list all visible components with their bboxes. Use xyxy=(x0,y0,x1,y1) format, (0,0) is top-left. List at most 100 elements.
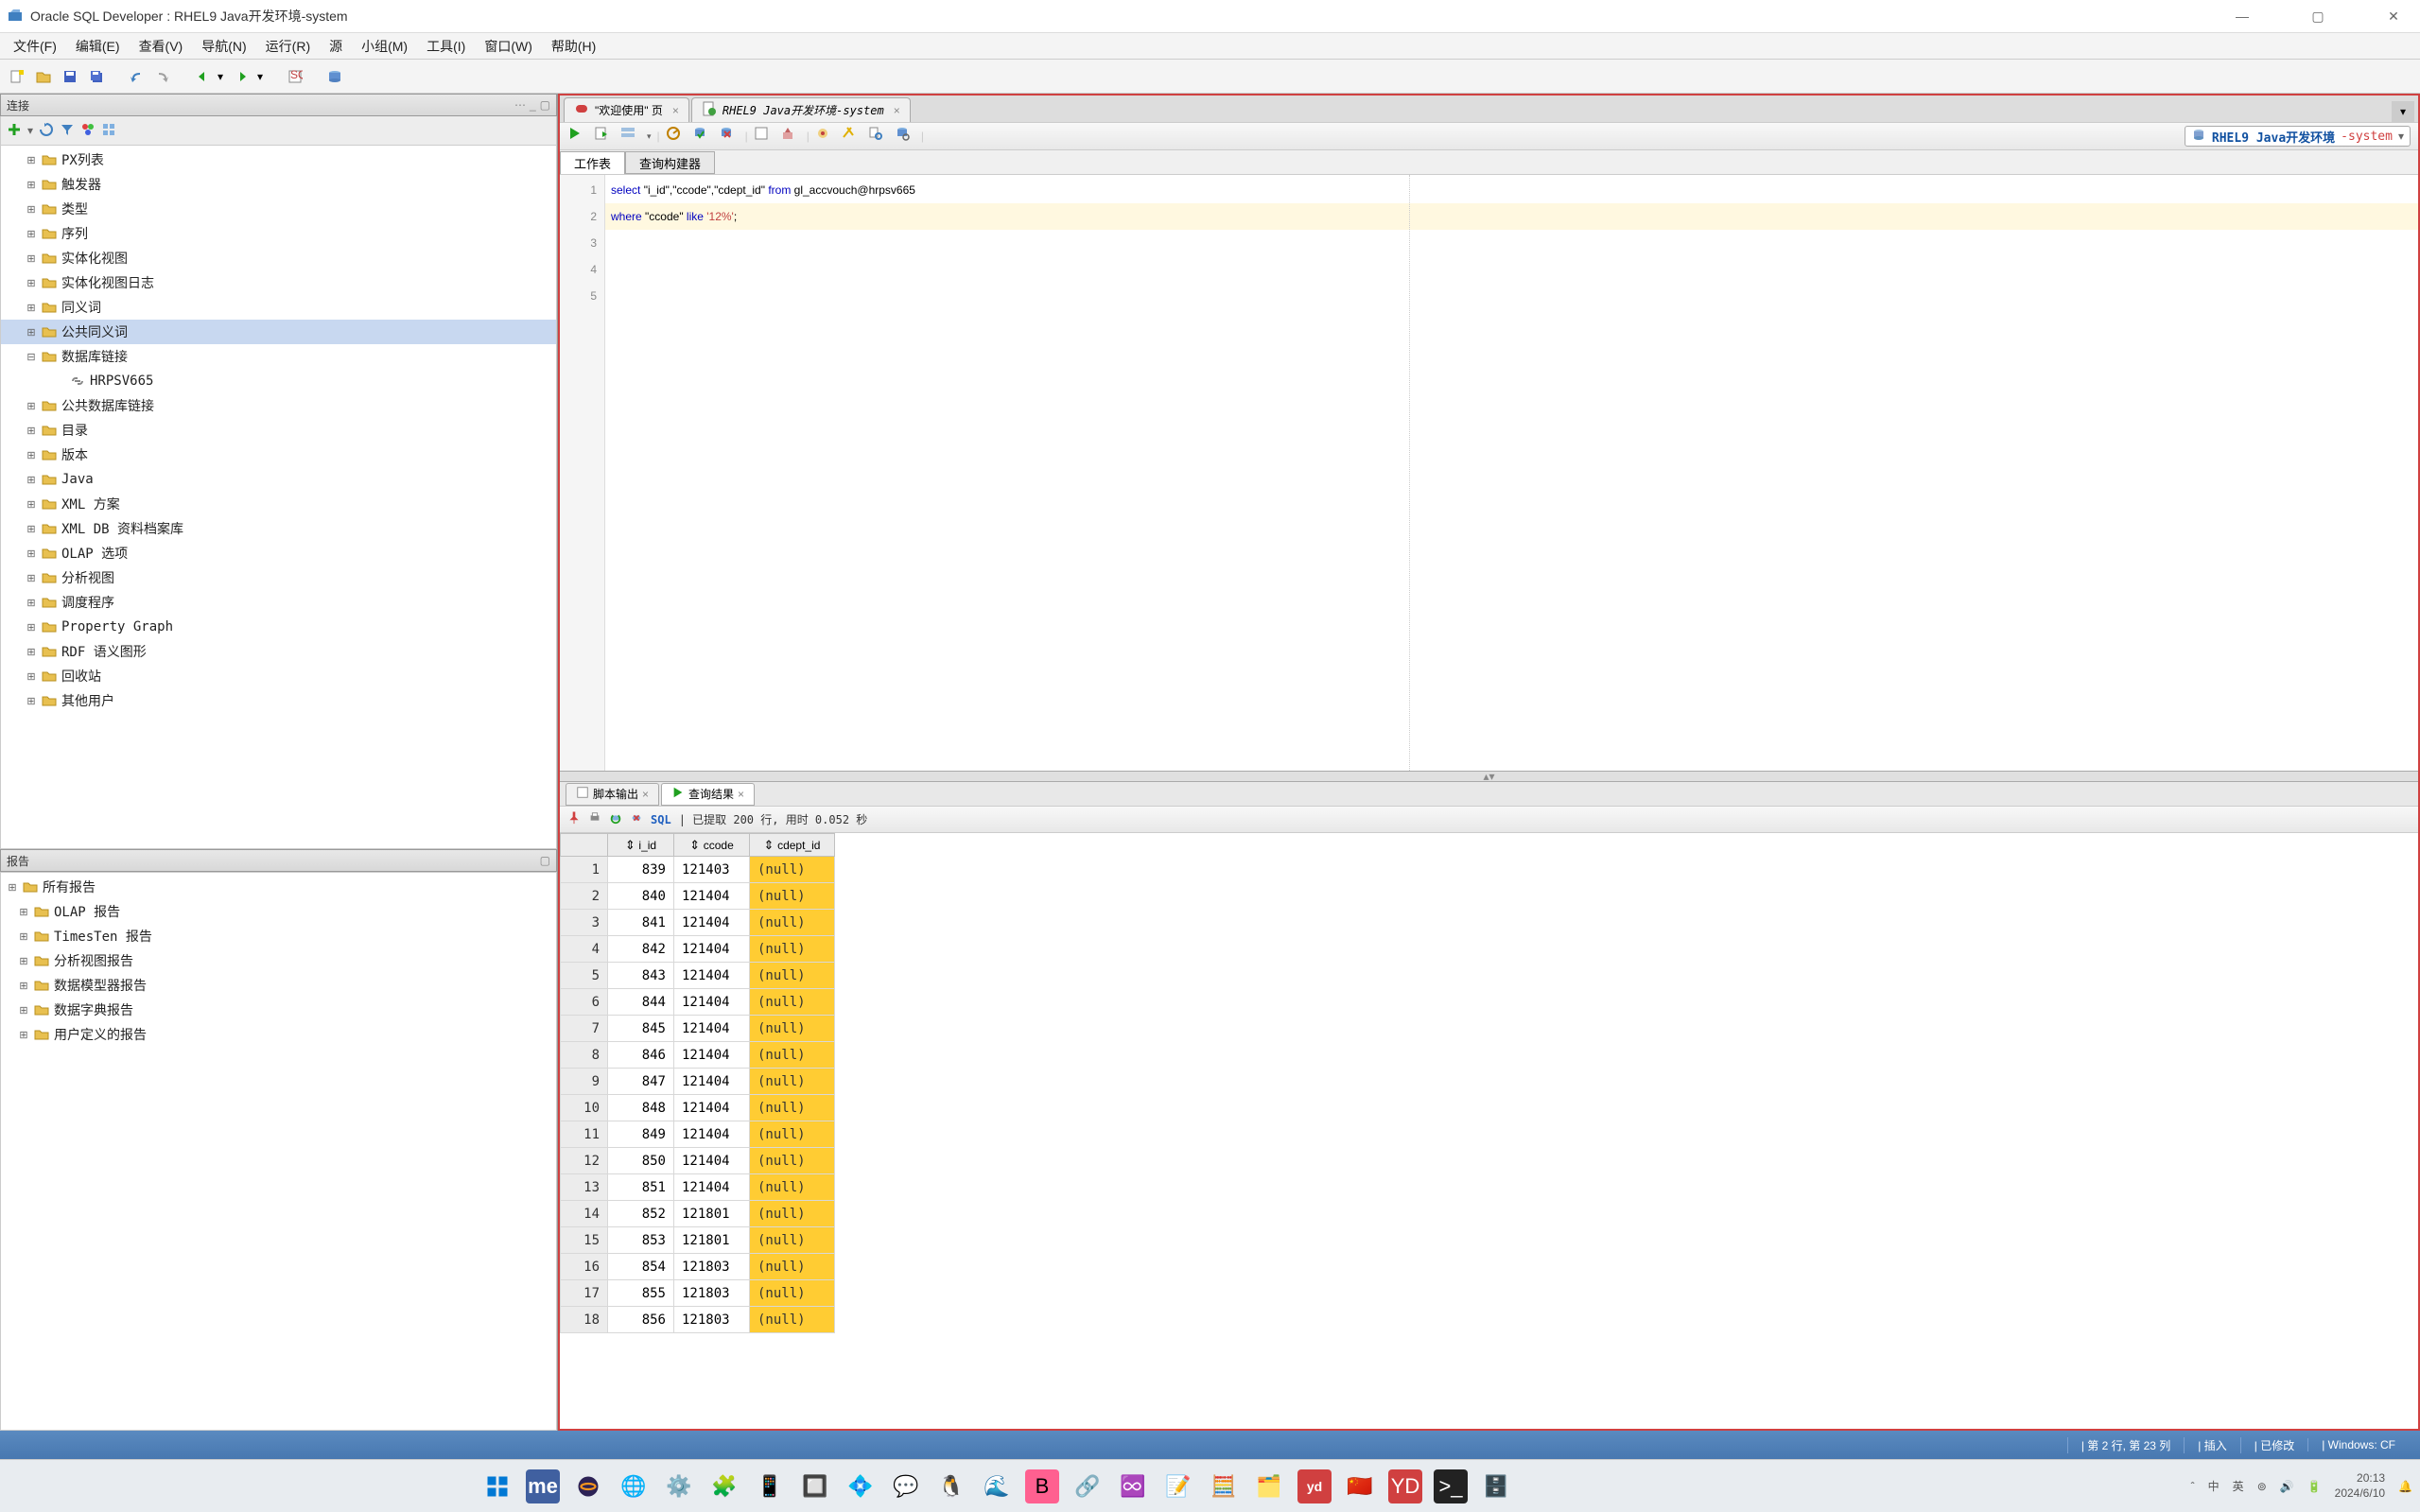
taskbar-app-12[interactable]: 🗂️ xyxy=(1252,1469,1286,1503)
menu-item[interactable]: 运行(R) xyxy=(256,37,320,56)
taskbar-app-5[interactable]: 🔲 xyxy=(798,1469,832,1503)
cell-ccode[interactable]: 121801 xyxy=(674,1227,750,1254)
table-row[interactable]: 10848121404(null) xyxy=(561,1095,835,1121)
maximize-editor-button[interactable]: ▾ xyxy=(2392,101,2414,122)
menu-item[interactable]: 导航(N) xyxy=(192,37,255,56)
tree-node[interactable]: ⊞公共同义词 xyxy=(1,320,556,344)
tree-node[interactable]: ⊞触发器 xyxy=(1,172,556,197)
taskbar-app-7[interactable]: B xyxy=(1025,1469,1059,1503)
expand-icon[interactable]: ⊞ xyxy=(26,228,37,240)
table-row[interactable]: 5843121404(null) xyxy=(561,963,835,989)
cell-cdept[interactable]: (null) xyxy=(750,1121,835,1148)
collapse-all-button[interactable] xyxy=(101,122,116,140)
undo-button[interactable] xyxy=(125,65,148,88)
expand-icon[interactable]: ⊞ xyxy=(26,252,37,265)
maximize-button[interactable]: ▢ xyxy=(2299,2,2337,30)
tray-clock[interactable]: 20:13 2024/6/10 xyxy=(2335,1471,2385,1501)
cell-cdept[interactable]: (null) xyxy=(750,1254,835,1280)
tree-node[interactable]: ⊞公共数据库链接 xyxy=(1,393,556,418)
cell-ccode[interactable]: 121404 xyxy=(674,910,750,936)
taskbar-app-1[interactable]: 🌐 xyxy=(617,1469,651,1503)
cell-cdept[interactable]: (null) xyxy=(750,1148,835,1174)
tray-volume-icon[interactable]: 🔊 xyxy=(2280,1480,2294,1493)
cell-iid[interactable]: 847 xyxy=(608,1069,674,1095)
panel-minimize-icon[interactable]: _ xyxy=(530,98,536,112)
new-connection-button[interactable] xyxy=(7,122,22,140)
expand-icon[interactable]: ⊞ xyxy=(26,326,37,339)
cell-iid[interactable]: 839 xyxy=(608,857,674,883)
taskbar-app-me[interactable]: me xyxy=(526,1469,560,1503)
expand-icon[interactable]: ⊞ xyxy=(26,621,37,634)
taskbar-app-sqldev[interactable]: 🗄️ xyxy=(1479,1469,1513,1503)
table-row[interactable]: 12850121404(null) xyxy=(561,1148,835,1174)
tree-node[interactable]: ⊞回收站 xyxy=(1,664,556,688)
expand-icon[interactable]: ⊞ xyxy=(26,203,37,216)
cell-ccode[interactable]: 121404 xyxy=(674,1016,750,1042)
tray-ime-en[interactable]: 英 xyxy=(2233,1478,2244,1494)
result-grid[interactable]: ⇕ i_id ⇕ ccode ⇕ cdept_id 1839121403(nul… xyxy=(560,833,2418,1429)
tab-query-builder[interactable]: 查询构建器 xyxy=(625,151,715,174)
taskbar-app-wechat[interactable]: 💬 xyxy=(889,1469,923,1503)
pin-button[interactable] xyxy=(567,811,581,827)
tab-worksheet-sub[interactable]: 工作表 xyxy=(560,151,625,174)
taskbar-app-terminal[interactable]: >_ xyxy=(1434,1469,1468,1503)
unshared-worksheet-button[interactable] xyxy=(754,126,775,147)
cell-ccode[interactable]: 121803 xyxy=(674,1254,750,1280)
column-header-iid[interactable]: ⇕ i_id xyxy=(608,834,674,857)
taskbar-app-14[interactable]: YD xyxy=(1388,1469,1422,1503)
sql-editor[interactable]: 12345 select "i_id","ccode","cdept_id" f… xyxy=(560,175,2418,771)
cell-iid[interactable]: 852 xyxy=(608,1201,674,1227)
new-connection-dropdown[interactable]: ▾ xyxy=(27,124,33,137)
tree-node[interactable]: ⊞数据模型器报告 xyxy=(1,973,556,998)
tray-chevron-icon[interactable]: ˆ xyxy=(2191,1480,2195,1493)
tree-node[interactable]: ⊟数据库链接 xyxy=(1,344,556,369)
expand-icon[interactable]: ⊞ xyxy=(18,906,29,918)
column-header-ccode[interactable]: ⇕ ccode xyxy=(674,834,750,857)
cell-ccode[interactable]: 121404 xyxy=(674,936,750,963)
tab-welcome[interactable]: "欢迎使用" 页 × xyxy=(564,97,689,122)
tree-node[interactable]: ⊞OLAP 报告 xyxy=(1,899,556,924)
panel-dropdown-icon[interactable]: ⋯ xyxy=(514,98,526,112)
tree-node[interactable]: ⊞OLAP 选项 xyxy=(1,541,556,565)
taskbar-app-10[interactable]: 📝 xyxy=(1161,1469,1195,1503)
tree-node[interactable]: ⊞用户定义的报告 xyxy=(1,1022,556,1047)
cell-ccode[interactable]: 121404 xyxy=(674,1121,750,1148)
expand-icon[interactable]: ⊞ xyxy=(26,695,37,707)
table-row[interactable]: 15853121801(null) xyxy=(561,1227,835,1254)
taskbar-app-qq[interactable]: 🐧 xyxy=(934,1469,968,1503)
menu-item[interactable]: 查看(V) xyxy=(130,37,193,56)
cell-iid[interactable]: 849 xyxy=(608,1121,674,1148)
expand-icon[interactable]: ⊞ xyxy=(26,670,37,683)
commit-button[interactable] xyxy=(692,126,713,147)
cell-cdept[interactable]: (null) xyxy=(750,883,835,910)
connection-selector[interactable]: RHEL9 Java开发环境-system ▾ xyxy=(2185,126,2411,147)
refresh-connections-button[interactable] xyxy=(39,122,54,140)
cell-cdept[interactable]: (null) xyxy=(750,1227,835,1254)
taskbar-app-eclipse[interactable] xyxy=(571,1469,605,1503)
menu-item[interactable]: 窗口(W) xyxy=(475,37,542,56)
expand-icon[interactable]: ⊞ xyxy=(26,400,37,412)
cell-cdept[interactable]: (null) xyxy=(750,910,835,936)
taskbar-app-11[interactable]: 🧮 xyxy=(1207,1469,1241,1503)
tree-node[interactable]: ⊞实体化视图日志 xyxy=(1,270,556,295)
explain-plan-button[interactable] xyxy=(620,126,641,147)
table-row[interactable]: 17855121803(null) xyxy=(561,1280,835,1307)
taskbar-app-2[interactable]: ⚙️ xyxy=(662,1469,696,1503)
redo-button[interactable] xyxy=(151,65,174,88)
expand-icon[interactable]: ⊟ xyxy=(26,351,37,363)
expand-icon[interactable]: ⊞ xyxy=(26,597,37,609)
cell-cdept[interactable]: (null) xyxy=(750,1307,835,1333)
cell-ccode[interactable]: 121404 xyxy=(674,1069,750,1095)
menu-item[interactable]: 编辑(E) xyxy=(66,37,130,56)
tree-node-child[interactable]: HRPSV665 xyxy=(1,369,556,393)
expand-icon[interactable]: ⊞ xyxy=(26,179,37,191)
tree-node[interactable]: ⊞其他用户 xyxy=(1,688,556,713)
tree-node[interactable]: ⊞目录 xyxy=(1,418,556,443)
table-row[interactable]: 18856121803(null) xyxy=(561,1307,835,1333)
expand-icon[interactable]: ⊞ xyxy=(7,881,18,894)
sql-label[interactable]: SQL xyxy=(651,813,671,826)
cell-cdept[interactable]: (null) xyxy=(750,1174,835,1201)
cell-ccode[interactable]: 121404 xyxy=(674,883,750,910)
cell-ccode[interactable]: 121803 xyxy=(674,1280,750,1307)
cell-cdept[interactable]: (null) xyxy=(750,1069,835,1095)
